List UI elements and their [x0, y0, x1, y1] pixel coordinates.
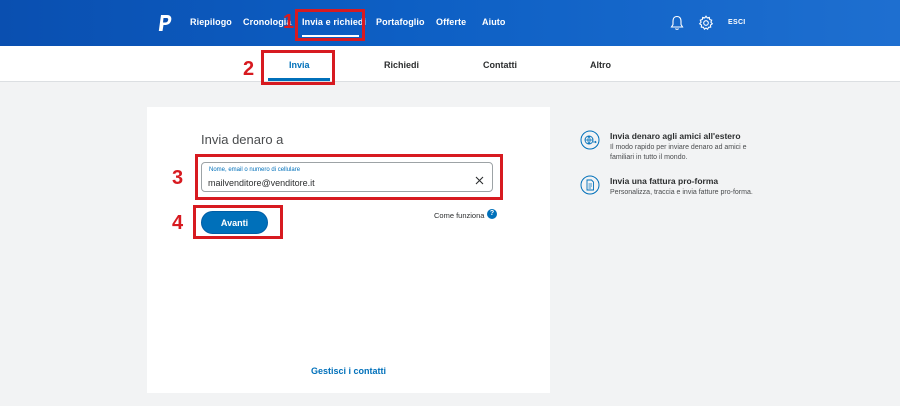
tab-more[interactable]: Altro [590, 60, 611, 70]
bell-icon[interactable] [670, 15, 684, 31]
nav-item-wallet[interactable]: Portafoglio [376, 17, 425, 27]
annotation-box-4 [193, 205, 283, 239]
nav-item-help[interactable]: Aiuto [482, 17, 506, 27]
annotation-box-2 [261, 50, 335, 85]
send-money-card [147, 107, 550, 393]
gear-icon[interactable] [698, 15, 714, 31]
promo-description-invoice: Personalizza, traccia e invia fatture pr… [610, 189, 753, 196]
help-icon[interactable]: ? [487, 209, 497, 219]
promo-title-invoice[interactable]: Invia una fattura pro-forma [610, 176, 718, 186]
annotation-number-1: 1 [283, 11, 295, 33]
how-it-works-link[interactable]: Come funziona [434, 211, 484, 220]
globe-send-icon [580, 130, 600, 150]
manage-contacts-link[interactable]: Gestisci i contatti [311, 366, 386, 376]
logout-link[interactable]: ESCI [728, 19, 746, 26]
invoice-icon [580, 175, 600, 195]
annotation-number-4: 4 [172, 212, 184, 234]
tab-contacts[interactable]: Contatti [483, 60, 517, 70]
promo-description-international: Il modo rapido per inviare denaro ad ami… [610, 144, 747, 161]
annotation-number-3: 3 [172, 167, 184, 189]
top-nav-bar: Riepilogo Cronologia Invia e richiedi Po… [0, 0, 900, 46]
nav-item-offers[interactable]: Offerte [436, 17, 466, 27]
promo-title-international[interactable]: Invia denaro agli amici all'estero [610, 131, 741, 141]
page-title: Invia denaro a [201, 132, 284, 147]
paypal-logo-icon[interactable] [157, 14, 173, 32]
annotation-number-2: 2 [243, 58, 255, 80]
annotation-box-1 [295, 9, 365, 41]
nav-item-summary[interactable]: Riepilogo [190, 17, 232, 27]
annotation-box-3 [195, 154, 503, 200]
sub-nav-bar: Invia Richiedi Contatti Altro [0, 46, 900, 82]
tab-request[interactable]: Richiedi [384, 60, 419, 70]
